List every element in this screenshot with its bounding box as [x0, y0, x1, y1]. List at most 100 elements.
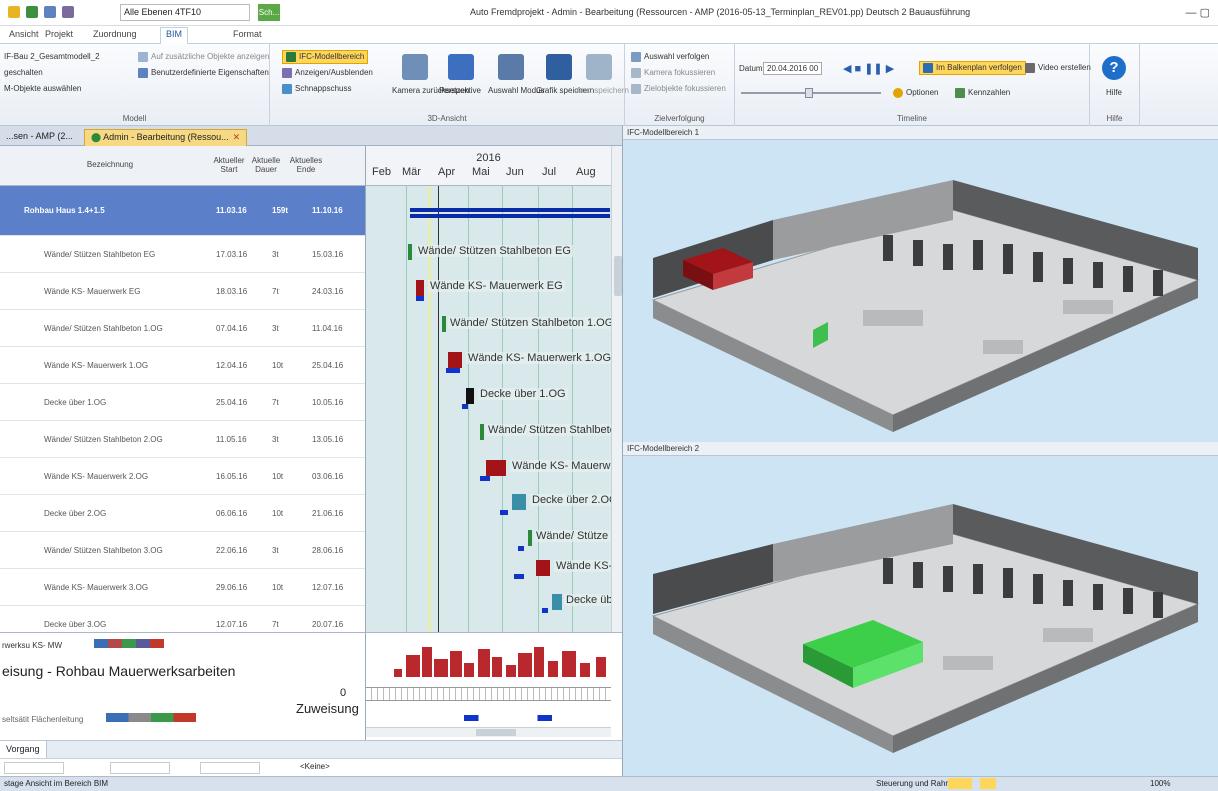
- summary-bar[interactable]: [410, 208, 610, 212]
- save-icon[interactable]: [8, 6, 20, 18]
- gantt-bar[interactable]: [448, 352, 462, 368]
- filter-field-2[interactable]: [110, 762, 170, 774]
- selection-mode-label[interactable]: Auswahl Modus: [488, 86, 544, 95]
- track-selection-button[interactable]: Auswahl verfolgen: [631, 52, 709, 62]
- task-name: Decke über 2.OG: [44, 509, 107, 518]
- filter-field-1[interactable]: [4, 762, 64, 774]
- building-model-3d[interactable]: [623, 456, 1218, 776]
- snapshot-button[interactable]: Schnappschuss: [282, 84, 351, 94]
- filter-field-3[interactable]: [200, 762, 260, 774]
- assignment-row: [366, 687, 611, 701]
- date-input[interactable]: 20.04.2016 00: [763, 62, 823, 75]
- camera-reset-label[interactable]: Kamera zurücksetzen: [392, 86, 469, 95]
- table-row[interactable]: Decke über 3.OG 12.07.16 7t 20.07.16: [0, 606, 365, 632]
- resource-toolbar[interactable]: rwerksu KS- MW: [2, 639, 165, 650]
- resource-toolbar-2[interactable]: seltsätit Flächenleitung: [2, 713, 196, 724]
- table-row[interactable]: Wände/ Stützen Stahlbeton 1.OG 07.04.16 3t…: [0, 310, 365, 347]
- table-row[interactable]: Wände/ Stützen Stahlbeton EG 17.03.16 3t 15…: [0, 236, 365, 273]
- filter-field-4[interactable]: <Keine>: [300, 762, 330, 771]
- perspective-label[interactable]: Perspektive: [438, 86, 482, 95]
- scrollbar-thumb[interactable]: [614, 256, 622, 296]
- focus-camera-button[interactable]: Kamera fokussieren: [631, 68, 715, 78]
- selection-mode-icon[interactable]: [498, 54, 524, 80]
- focus-targets-button[interactable]: Zielobjekte fokussieren: [631, 84, 726, 94]
- col-start[interactable]: Aktueller Start: [210, 156, 248, 174]
- save-view-label[interactable]: Ans. speichern: [576, 86, 629, 95]
- group-label-3d-ansicht: 3D-Ansicht: [427, 114, 467, 123]
- histogram-bar: [406, 655, 420, 677]
- help-button-label[interactable]: Hilfe: [1106, 88, 1122, 97]
- ribbon-group-zielverfolgung: Auswahl verfolgen Kamera fokussieren Zie…: [625, 44, 735, 126]
- timeline-slider-thumb[interactable]: [805, 88, 813, 98]
- col-dauer[interactable]: Aktuelle Dauer: [250, 156, 282, 174]
- tab-format[interactable]: Format: [228, 28, 267, 40]
- table-row[interactable]: Decke über 2.OG 06.06.16 10t 21.06.16: [0, 495, 365, 532]
- view-dropdown[interactable]: Alle Ebenen 4TF10: [120, 4, 250, 21]
- tab-zuordnung[interactable]: Zuordnung: [88, 28, 142, 40]
- show-additional-objects[interactable]: Auf zusätzliche Objekte anzeigen: [138, 52, 269, 62]
- table-row[interactable]: Decke über 1.OG 25.04.16 7t 10.05.16: [0, 384, 365, 421]
- doc-tab-2[interactable]: ⬤ Admin - Bearbeitung (Ressou... ✕: [84, 129, 248, 146]
- quick-access-toolbar: [8, 6, 74, 18]
- camera-reset-icon[interactable]: [402, 54, 428, 80]
- table-row[interactable]: Wände KS- Mauerwerk 1.OG 12.04.16 10t 25.04…: [0, 347, 365, 384]
- tab-projekt[interactable]: Projekt: [40, 28, 78, 40]
- gantt-horizontal-scrollbar[interactable]: [366, 727, 611, 737]
- tab-bim[interactable]: BIM: [160, 27, 189, 44]
- kpi-button[interactable]: Kennzahlen: [955, 88, 1010, 98]
- close-icon[interactable]: ✕: [233, 132, 241, 142]
- ifc-viewport-1[interactable]: IFC-Modellbereich 1: [622, 126, 1218, 442]
- gantt-bar[interactable]: [552, 594, 562, 610]
- gantt-bar[interactable]: [416, 280, 424, 296]
- gantt-bar[interactable]: [512, 494, 526, 510]
- gantt-bar[interactable]: [442, 316, 446, 332]
- redo-icon[interactable]: [44, 6, 56, 18]
- save-graphic-icon[interactable]: [546, 54, 572, 80]
- gantt-bar[interactable]: [528, 530, 532, 546]
- model-toggle[interactable]: geschalten: [4, 68, 43, 77]
- show-hide-button[interactable]: Anzeigen/Ausblenden: [282, 68, 373, 78]
- building-model-3d[interactable]: [623, 140, 1218, 442]
- tab-vorgang[interactable]: Vorgang: [0, 741, 47, 758]
- table-row[interactable]: Wände KS- Mauerwerk 3.OG 29.06.16 10t 12.07…: [0, 569, 365, 606]
- custom-properties-button[interactable]: Benutzerdefinierte Eigenschaften: [138, 68, 269, 78]
- window-controls[interactable]: — ▢: [1186, 6, 1210, 19]
- schedule-button[interactable]: Sch...: [258, 4, 280, 21]
- perspective-icon[interactable]: [448, 54, 474, 80]
- filter-icon[interactable]: [62, 6, 74, 18]
- save-graphic-label[interactable]: Grafik speichern: [536, 86, 594, 95]
- table-row[interactable]: Wände/ Stützen Stahlbeton 3.OG 22.06.16 3t…: [0, 532, 365, 569]
- select-objects-button[interactable]: M-Objekte auswählen: [4, 84, 81, 93]
- col-bezeichnung[interactable]: Bezeichnung: [60, 160, 160, 169]
- help-icon[interactable]: ?: [1102, 56, 1126, 80]
- task-name: Wände KS- Mauerwerk EG: [44, 287, 141, 296]
- gantt-bar[interactable]: [466, 388, 474, 404]
- gantt-bar[interactable]: [408, 244, 412, 260]
- table-row[interactable]: Wände KS- Mauerwerk 2.OG 16.05.16 10t 03.06…: [0, 458, 365, 495]
- toolbar-icons[interactable]: [105, 713, 196, 722]
- save-view-icon[interactable]: [586, 54, 612, 80]
- gantt-bar[interactable]: [486, 460, 506, 476]
- playback-controls[interactable]: ◀ ■ ❚❚ ▶: [843, 62, 894, 75]
- model-selector[interactable]: IF-Bau 2_Gesamtmodell_2: [4, 52, 100, 61]
- gantt-bar[interactable]: [536, 560, 550, 576]
- table-row[interactable]: Wände/ Stützen Stahlbeton 2.OG 11.05.16 3t…: [0, 421, 365, 458]
- ifc-viewport-2[interactable]: IFC-Modellbereich 2: [622, 442, 1218, 776]
- doc-tab-1[interactable]: ...sen - AMP (2...: [0, 129, 79, 146]
- tab-ansicht[interactable]: Ansicht: [4, 28, 44, 40]
- view-mode-buttons[interactable]: [948, 778, 1028, 789]
- create-video-button[interactable]: Video erstellen: [1025, 63, 1091, 73]
- undo-icon[interactable]: [26, 6, 38, 18]
- col-ende[interactable]: Aktuelles Ende: [286, 156, 326, 174]
- ifc-model-area-button[interactable]: IFC-Modellbereich: [282, 50, 369, 64]
- table-row[interactable]: Rohbau Haus 1.4+1.5 11.03.16 159t 11.10.…: [0, 186, 365, 236]
- gantt-bar[interactable]: [480, 424, 484, 440]
- scrollbar-thumb[interactable]: [476, 729, 516, 736]
- gantt-vertical-scrollbar[interactable]: [611, 146, 622, 632]
- gantt-chart[interactable]: 2016 Feb Mär Apr Mai Jun Jul Aug Wände/ …: [365, 146, 622, 632]
- table-row[interactable]: Wände KS- Mauerwerk EG 18.03.16 7t 24.03.16: [0, 273, 365, 310]
- toolbar-icons[interactable]: [94, 639, 165, 648]
- objects-icon: [138, 52, 148, 62]
- options-button[interactable]: Optionen: [893, 88, 938, 98]
- follow-in-gantt-button[interactable]: Im Balkenplan verfolgen: [919, 61, 1026, 75]
